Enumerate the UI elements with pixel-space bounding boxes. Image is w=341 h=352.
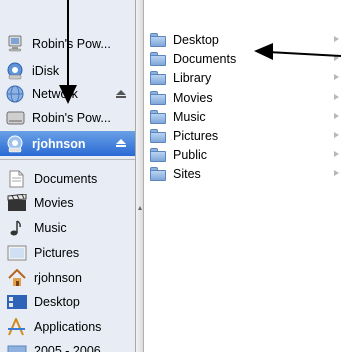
list-item[interactable]: Movies xyxy=(149,88,341,107)
sidebar-item-label: Applications xyxy=(34,320,102,334)
chevron-right-icon xyxy=(334,74,339,80)
chevron-right-icon xyxy=(334,170,339,176)
pictures-icon xyxy=(6,244,28,262)
sidebar-item-label: iDisk xyxy=(32,64,60,78)
idisk-icon xyxy=(6,62,26,80)
chevron-right-icon xyxy=(334,94,339,100)
network-icon xyxy=(6,85,26,103)
sidebar: Robin's Pow... iDisk Network Robin's Pow… xyxy=(0,0,136,352)
computer-icon xyxy=(6,35,26,53)
list-item-label: Pictures xyxy=(173,128,219,143)
list-item-label: Movies xyxy=(173,90,213,105)
desktop-icon xyxy=(6,293,28,311)
sidebar-item-computer[interactable]: Robin's Pow... xyxy=(6,33,111,55)
sidebar-item-label: Robin's Pow... xyxy=(32,111,111,125)
eject-icon[interactable] xyxy=(116,90,126,98)
folder-icon xyxy=(149,166,167,181)
folder-icon xyxy=(149,32,167,47)
sidebar-item-idisk[interactable]: iDisk xyxy=(6,60,59,82)
sidebar-item-pictures[interactable]: Pictures xyxy=(6,242,79,264)
idisk-user-icon xyxy=(6,135,26,153)
sidebar-item-label: 2005 - 2006 xyxy=(34,344,101,352)
folder-icon xyxy=(149,147,167,162)
hard-disk-icon xyxy=(6,109,26,127)
music-icon xyxy=(6,219,28,237)
home-icon xyxy=(6,268,28,287)
chevron-right-icon xyxy=(334,151,339,157)
applications-icon xyxy=(6,316,28,336)
list-item[interactable]: Sites xyxy=(149,164,341,183)
sidebar-item-movies[interactable]: Movies xyxy=(6,192,74,214)
column-view: Desktop Documents Library Movies Music P… xyxy=(145,0,341,352)
list-item-label: Library xyxy=(173,70,212,85)
folder-icon xyxy=(149,128,167,143)
sidebar-item-label: Pictures xyxy=(34,246,80,260)
folder-icon xyxy=(149,51,167,66)
sidebar-item-label: rjohnson xyxy=(32,137,86,151)
sidebar-item-home[interactable]: rjohnson xyxy=(6,267,82,289)
sidebar-item-music[interactable]: Music xyxy=(6,217,67,239)
sidebar-item-label: Desktop xyxy=(34,295,80,309)
sidebar-item-label: Music xyxy=(34,221,67,235)
chevron-right-icon xyxy=(334,113,339,119)
chevron-right-icon xyxy=(334,55,339,61)
sidebar-item-label: Robin's Pow... xyxy=(32,37,111,51)
list-item[interactable]: Pictures xyxy=(149,126,341,145)
splitter-grip-icon[interactable] xyxy=(138,206,142,214)
sidebar-item-hard-disk[interactable]: Robin's Pow... xyxy=(6,107,111,129)
sidebar-item-documents[interactable]: Documents xyxy=(6,168,97,190)
sidebar-item-label: Documents xyxy=(34,172,98,186)
eject-icon[interactable] xyxy=(116,139,126,147)
finder-window: Robin's Pow... iDisk Network Robin's Pow… xyxy=(0,0,341,352)
list-item[interactable]: Desktop xyxy=(149,30,341,49)
chevron-right-icon xyxy=(334,132,339,138)
list-item-label: Desktop xyxy=(173,32,219,47)
sidebar-splitter[interactable] xyxy=(136,0,144,352)
documents-icon xyxy=(6,170,28,188)
list-item[interactable]: Music xyxy=(149,107,341,126)
sidebar-item-folder[interactable]: 2005 - 2006 xyxy=(6,340,101,352)
movies-icon xyxy=(6,193,28,212)
folder-icon xyxy=(149,90,167,105)
sidebar-item-label: Network xyxy=(32,87,78,101)
list-item[interactable]: Public xyxy=(149,145,341,164)
sidebar-item-applications[interactable]: Applications xyxy=(6,316,101,338)
list-item[interactable]: Library xyxy=(149,68,341,87)
list-item-label: Sites xyxy=(173,166,201,181)
chevron-right-icon xyxy=(334,36,339,42)
sidebar-item-network[interactable]: Network xyxy=(6,83,78,105)
folder-icon xyxy=(149,70,167,85)
sidebar-item-desktop[interactable]: Desktop xyxy=(6,291,80,313)
list-item-label: Documents xyxy=(173,51,237,66)
list-item-label: Music xyxy=(173,109,206,124)
folder-icon xyxy=(149,109,167,124)
list-item[interactable]: Documents xyxy=(149,49,341,68)
sidebar-divider xyxy=(0,159,135,160)
sidebar-item-label: rjohnson xyxy=(34,271,82,285)
sidebar-item-label: Movies xyxy=(34,196,74,210)
sidebar-item-rjohnson-disk[interactable]: rjohnson xyxy=(0,131,135,156)
folder-icon xyxy=(6,342,28,352)
list-item-label: Public xyxy=(173,147,208,162)
